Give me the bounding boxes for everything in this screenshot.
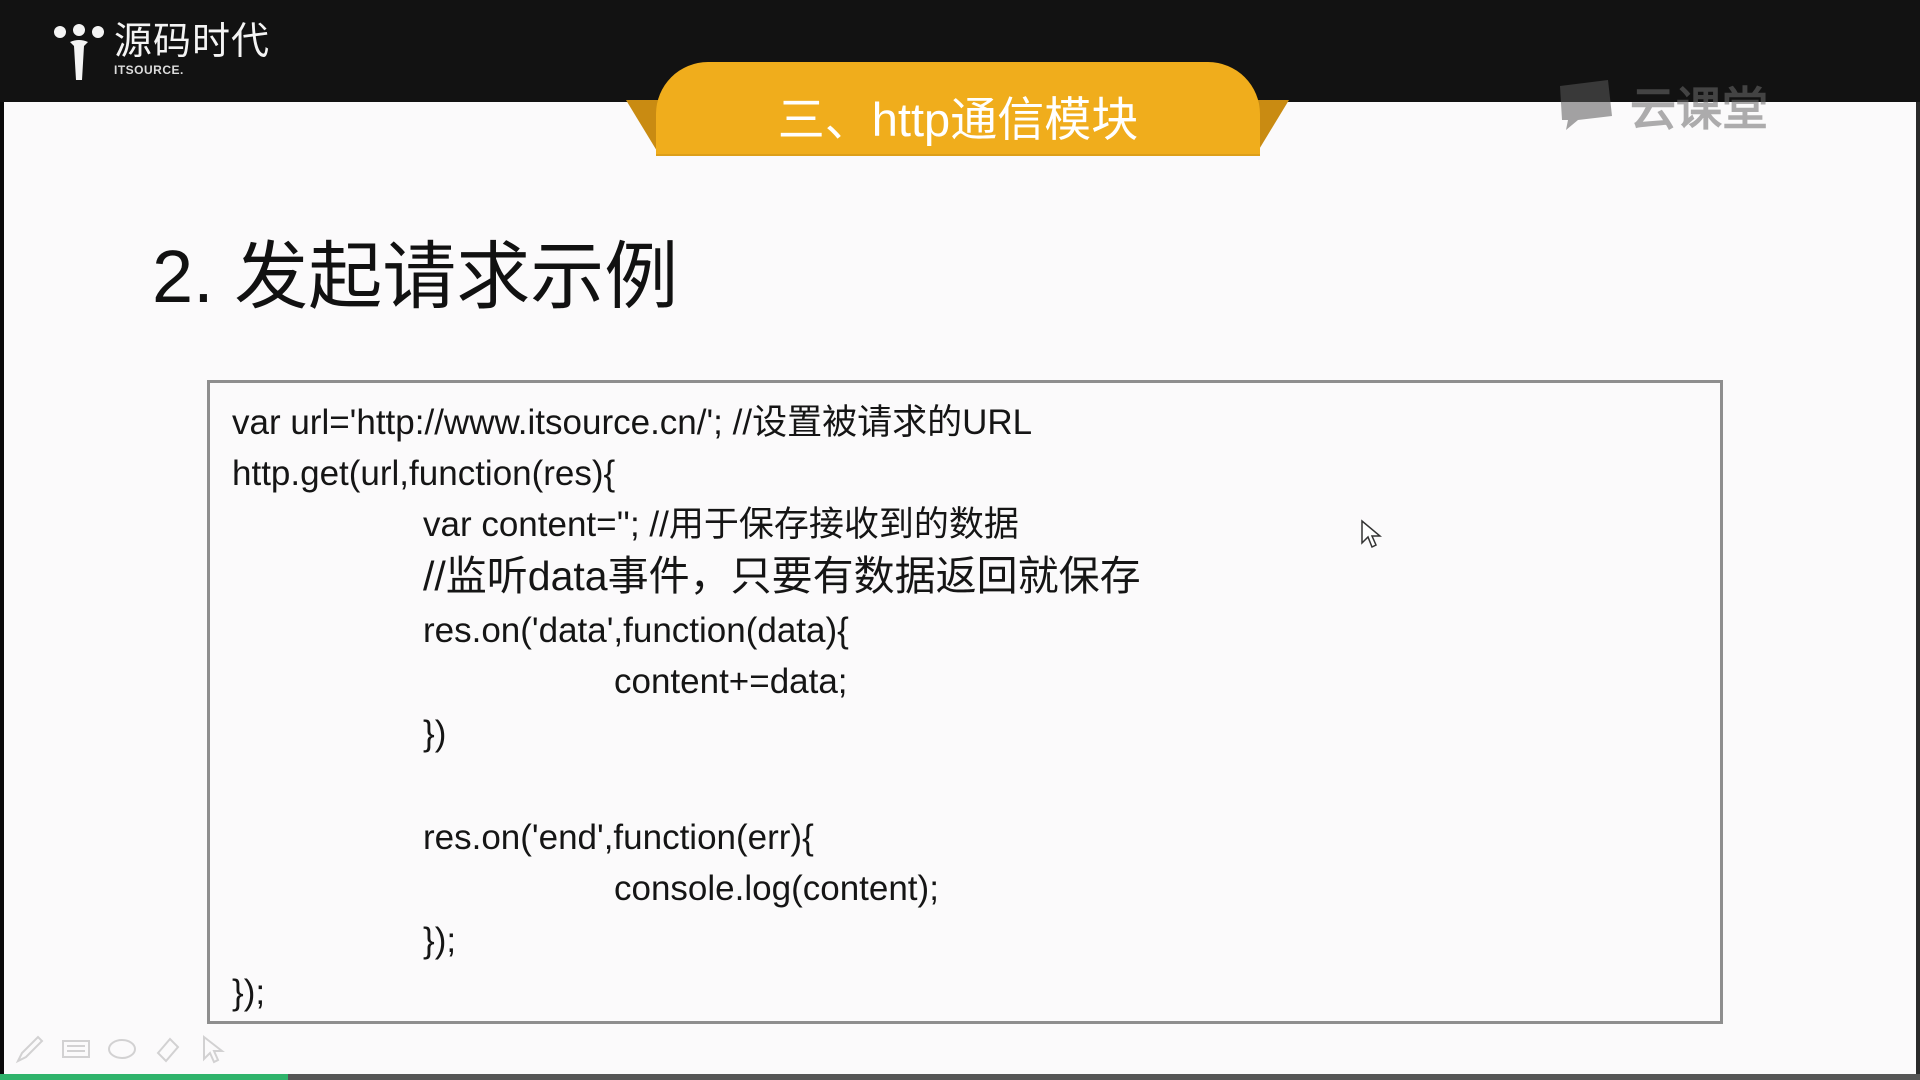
eraser-icon[interactable] <box>152 1033 184 1065</box>
video-progress-bar[interactable] <box>0 1074 1920 1080</box>
chat-bubble-icon <box>1556 76 1616 136</box>
slide-heading: 2. 发起请求示例 <box>152 235 679 318</box>
code-line: }) <box>423 714 447 753</box>
ribbon-wing-right <box>1255 100 1289 156</box>
brand-logo: 源码时代 ITSOURCE. <box>52 22 270 82</box>
code-box: var url='http://www.itsource.cn/'; //设置被… <box>207 380 1723 1024</box>
mouse-cursor-icon <box>1360 519 1383 553</box>
section-ribbon: 三、http通信模块 <box>656 62 1260 156</box>
ellipse-icon[interactable] <box>106 1033 138 1065</box>
code-line: console.log(content); <box>614 869 939 908</box>
code-line: var url='http://www.itsource.cn/'; //设置被… <box>232 403 1033 442</box>
brand-name: 源码时代 <box>114 19 271 63</box>
annotation-toolbar <box>14 1033 230 1065</box>
watermark-text: 云课堂 <box>1630 82 1768 136</box>
frame-edge <box>1916 102 1920 1074</box>
video-progress-fill <box>0 1074 288 1080</box>
brand-subtitle: ITSOURCE. <box>114 63 184 77</box>
code-line: //监听data事件，只要有数据返回就保存 <box>423 553 1141 599</box>
code-line: http.get(url,function(res){ <box>232 454 616 493</box>
pen-icon[interactable] <box>14 1033 46 1065</box>
pointer-icon[interactable] <box>198 1033 230 1065</box>
code-line: }); <box>423 921 457 960</box>
code-line: res.on('data',function(data){ <box>423 611 849 650</box>
code-line: content+=data; <box>614 662 848 701</box>
code-line: }); <box>232 973 266 1012</box>
ribbon-wing-left <box>626 100 660 156</box>
code-line: var content=''; //用于保存接收到的数据 <box>423 505 1019 544</box>
section-title: 三、http通信模块 <box>777 92 1139 146</box>
watermark: 云课堂 <box>1556 76 1768 136</box>
code-line: res.on('end',function(err){ <box>423 818 814 857</box>
keyboard-icon[interactable] <box>60 1033 92 1065</box>
itsource-logo-icon <box>52 22 106 82</box>
